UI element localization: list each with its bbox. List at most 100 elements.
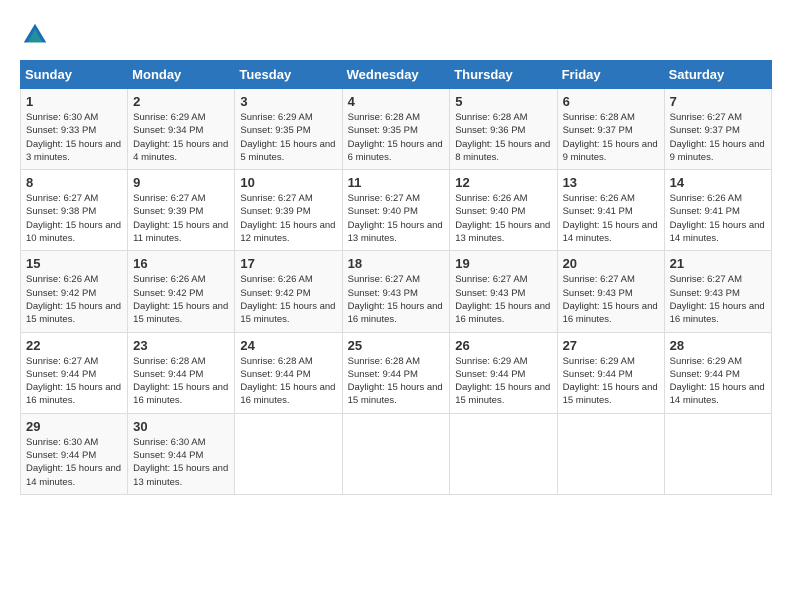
day-number: 15 [26, 256, 122, 271]
cell-text: Sunrise: 6:27 AMSunset: 9:39 PMDaylight:… [240, 193, 335, 244]
calendar-cell [342, 413, 450, 494]
calendar-cell: 26 Sunrise: 6:29 AMSunset: 9:44 PMDayligh… [450, 332, 557, 413]
cell-text: Sunrise: 6:29 AMSunset: 9:34 PMDaylight:… [133, 112, 228, 163]
cell-text: Sunrise: 6:28 AMSunset: 9:44 PMDaylight:… [240, 356, 335, 407]
day-number: 22 [26, 338, 122, 353]
calendar-cell: 17Sunrise: 6:26 AMSunset: 9:42 PMDayligh… [235, 251, 342, 332]
cell-text: Sunrise: 6:28 AMSunset: 9:35 PMDaylight:… [348, 112, 443, 163]
cell-text: Sunrise: 6:30 AMSunset: 9:44 PMDaylight:… [26, 437, 121, 488]
cell-text: Sunrise: 6:27 AMSunset: 9:43 PMDaylight:… [563, 274, 658, 325]
calendar-cell: 15 Sunrise: 6:26 AMSunset: 9:42 PMDayligh… [21, 251, 128, 332]
calendar-cell [557, 413, 664, 494]
calendar-cell: 9 Sunrise: 6:27 AMSunset: 9:39 PMDaylight… [128, 170, 235, 251]
cell-text: Sunrise: 6:26 AMSunset: 9:42 PMDaylight:… [26, 274, 121, 325]
column-header-saturday: Saturday [664, 61, 771, 89]
day-number: 28 [670, 338, 766, 353]
logo [20, 20, 52, 50]
day-number: 11 [348, 175, 445, 190]
calendar-cell: 13 Sunrise: 6:26 AMSunset: 9:41 PMDayligh… [557, 170, 664, 251]
day-number: 3 [240, 94, 336, 109]
calendar-cell: 22 Sunrise: 6:27 AMSunset: 9:44 PMDayligh… [21, 332, 128, 413]
day-number: 5 [455, 94, 551, 109]
calendar-cell: 19Sunrise: 6:27 AMSunset: 9:43 PMDayligh… [450, 251, 557, 332]
cell-text: Sunrise: 6:26 AMSunset: 9:41 PMDaylight:… [563, 193, 658, 244]
cell-text: Sunrise: 6:29 AMSunset: 9:35 PMDaylight:… [240, 112, 335, 163]
column-header-thursday: Thursday [450, 61, 557, 89]
day-number: 30 [133, 419, 229, 434]
calendar-cell: 24 Sunrise: 6:28 AMSunset: 9:44 PMDayligh… [235, 332, 342, 413]
day-number: 14 [670, 175, 766, 190]
day-number: 9 [133, 175, 229, 190]
calendar-cell: 23 Sunrise: 6:28 AMSunset: 9:44 PMDayligh… [128, 332, 235, 413]
calendar-cell: 25Sunrise: 6:28 AMSunset: 9:44 PMDayligh… [342, 332, 450, 413]
calendar-cell: 28 Sunrise: 6:29 AMSunset: 9:44 PMDayligh… [664, 332, 771, 413]
day-number: 29 [26, 419, 122, 434]
calendar-week-row: 8 Sunrise: 6:27 AMSunset: 9:38 PMDaylight… [21, 170, 772, 251]
calendar-cell: 11 Sunrise: 6:27 AMSunset: 9:40 PMDayligh… [342, 170, 450, 251]
calendar-cell: 16 Sunrise: 6:26 AMSunset: 9:42 PMDayligh… [128, 251, 235, 332]
day-number: 10 [240, 175, 336, 190]
day-number: 6 [563, 94, 659, 109]
day-number: 24 [240, 338, 336, 353]
page-header [20, 20, 772, 50]
day-number: 8 [26, 175, 122, 190]
calendar-week-row: 15 Sunrise: 6:26 AMSunset: 9:42 PMDayligh… [21, 251, 772, 332]
day-number: 7 [670, 94, 766, 109]
column-header-tuesday: Tuesday [235, 61, 342, 89]
calendar-cell: 6 Sunrise: 6:28 AMSunset: 9:37 PMDaylight… [557, 89, 664, 170]
calendar-cell: 29 Sunrise: 6:30 AMSunset: 9:44 PMDayligh… [21, 413, 128, 494]
day-number: 16 [133, 256, 229, 271]
cell-text: Sunrise: 6:27 AMSunset: 9:39 PMDaylight:… [133, 193, 228, 244]
calendar-cell: 30 Sunrise: 6:30 AMSunset: 9:44 PMDayligh… [128, 413, 235, 494]
day-number: 23 [133, 338, 229, 353]
calendar-cell: 5 Sunrise: 6:28 AMSunset: 9:36 PMDaylight… [450, 89, 557, 170]
cell-text: Sunrise: 6:27 AMSunset: 9:38 PMDaylight:… [26, 193, 121, 244]
cell-text: Sunrise: 6:26 AMSunset: 9:41 PMDaylight:… [670, 193, 765, 244]
day-number: 13 [563, 175, 659, 190]
calendar-cell [450, 413, 557, 494]
calendar-table: SundayMondayTuesdayWednesdayThursdayFrid… [20, 60, 772, 495]
cell-text: Sunrise: 6:26 AMSunset: 9:40 PMDaylight:… [455, 193, 550, 244]
cell-text: Sunrise: 6:27 AMSunset: 9:40 PMDaylight:… [348, 193, 443, 244]
calendar-cell: 3 Sunrise: 6:29 AMSunset: 9:35 PMDaylight… [235, 89, 342, 170]
calendar-cell [235, 413, 342, 494]
cell-text: Sunrise: 6:29 AMSunset: 9:44 PMDaylight:… [563, 356, 658, 407]
calendar-header-row: SundayMondayTuesdayWednesdayThursdayFrid… [21, 61, 772, 89]
calendar-cell: 4 Sunrise: 6:28 AMSunset: 9:35 PMDaylight… [342, 89, 450, 170]
calendar-cell [664, 413, 771, 494]
day-number: 26 [455, 338, 551, 353]
cell-text: Sunrise: 6:27 AMSunset: 9:37 PMDaylight:… [670, 112, 765, 163]
calendar-cell: 20Sunrise: 6:27 AMSunset: 9:43 PMDayligh… [557, 251, 664, 332]
column-header-sunday: Sunday [21, 61, 128, 89]
cell-text: Sunrise: 6:27 AMSunset: 9:44 PMDaylight:… [26, 356, 121, 407]
calendar-cell: 2 Sunrise: 6:29 AMSunset: 9:34 PMDaylight… [128, 89, 235, 170]
calendar-week-row: 1Sunrise: 6:30 AMSunset: 9:33 PMDaylight… [21, 89, 772, 170]
day-number: 1 [26, 94, 122, 109]
cell-text: Sunrise: 6:28 AMSunset: 9:44 PMDaylight:… [133, 356, 228, 407]
calendar-cell: 21Sunrise: 6:27 AMSunset: 9:43 PMDayligh… [664, 251, 771, 332]
cell-text: Sunrise: 6:30 AMSunset: 9:44 PMDaylight:… [133, 437, 228, 488]
day-number: 2 [133, 94, 229, 109]
day-number: 25 [348, 338, 445, 353]
day-number: 18 [348, 256, 445, 271]
calendar-cell: 12 Sunrise: 6:26 AMSunset: 9:40 PMDayligh… [450, 170, 557, 251]
cell-text: Sunrise: 6:26 AMSunset: 9:42 PMDaylight:… [133, 274, 228, 325]
cell-text: Sunrise: 6:29 AMSunset: 9:44 PMDaylight:… [455, 356, 550, 407]
calendar-cell: 10 Sunrise: 6:27 AMSunset: 9:39 PMDayligh… [235, 170, 342, 251]
day-number: 4 [348, 94, 445, 109]
column-header-wednesday: Wednesday [342, 61, 450, 89]
cell-text: Sunrise: 6:28 AMSunset: 9:37 PMDaylight:… [563, 112, 658, 163]
calendar-cell: 27 Sunrise: 6:29 AMSunset: 9:44 PMDayligh… [557, 332, 664, 413]
calendar-cell: 14 Sunrise: 6:26 AMSunset: 9:41 PMDayligh… [664, 170, 771, 251]
logo-icon [20, 20, 50, 50]
column-header-monday: Monday [128, 61, 235, 89]
cell-text: Sunrise: 6:29 AMSunset: 9:44 PMDaylight:… [670, 356, 765, 407]
calendar-week-row: 29 Sunrise: 6:30 AMSunset: 9:44 PMDayligh… [21, 413, 772, 494]
cell-text: Sunrise: 6:28 AMSunset: 9:36 PMDaylight:… [455, 112, 550, 163]
calendar-cell: 18Sunrise: 6:27 AMSunset: 9:43 PMDayligh… [342, 251, 450, 332]
cell-text: Sunrise: 6:26 AMSunset: 9:42 PMDaylight:… [240, 274, 335, 325]
day-number: 27 [563, 338, 659, 353]
calendar-cell: 1Sunrise: 6:30 AMSunset: 9:33 PMDaylight… [21, 89, 128, 170]
day-number: 12 [455, 175, 551, 190]
calendar-cell: 7 Sunrise: 6:27 AMSunset: 9:37 PMDaylight… [664, 89, 771, 170]
